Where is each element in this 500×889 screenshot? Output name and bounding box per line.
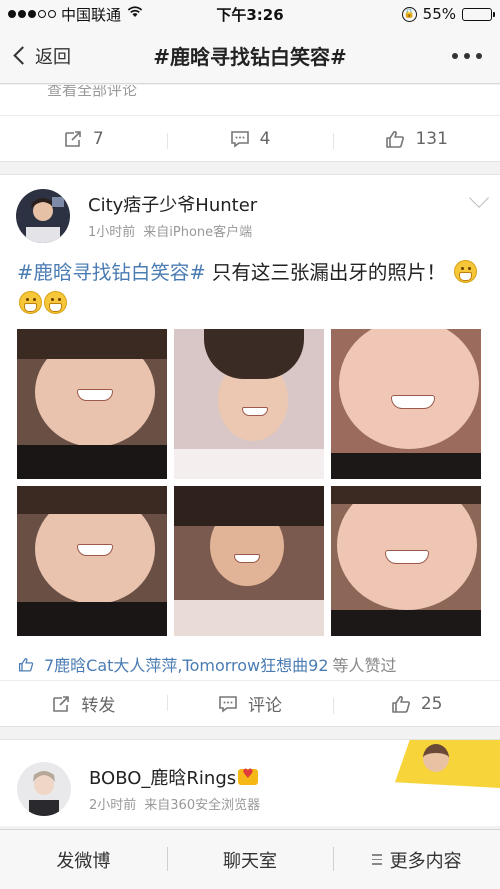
post-text: #鹿晗寻找钻白笑容# 只有这三张漏出牙的照片！ <box>0 253 500 319</box>
status-bar: 中国联通 下午3:26 🔒 55% <box>0 0 500 28</box>
see-all-label: 查看全部评论 <box>47 85 138 99</box>
compose-button[interactable]: 发微博 <box>0 847 167 873</box>
previous-post: 查看全部评论 7 4 131 <box>0 85 500 162</box>
next-post-card: BOBO_鹿晗Rings 2小时前来自360安全浏览器 <box>0 739 500 826</box>
repost-icon <box>63 130 83 148</box>
vip-badge-icon <box>238 767 259 785</box>
wifi-icon <box>127 6 143 22</box>
thumbs-up-icon <box>18 657 34 672</box>
repost-icon <box>51 695 71 713</box>
navigation-bar: 返回 #鹿晗寻找钻白笑容# <box>0 28 500 84</box>
hashtag-link[interactable]: #鹿晗寻找钻白笑容# <box>17 261 206 284</box>
see-all-comments-link[interactable]: 查看全部评论 <box>0 85 500 115</box>
separator <box>0 162 500 174</box>
post-header: BOBO_鹿晗Rings 2小时前来自360安全浏览器 <box>0 740 500 826</box>
post-source: 来自iPhone客户端 <box>143 225 253 240</box>
ellipsis-icon <box>452 52 458 59</box>
post-time: 1小时前 <box>88 225 136 240</box>
post-card: City痞子少爷Hunter 1小时前 来自iPhone客户端 #鹿晗寻找钻白笑容… <box>0 174 500 727</box>
more-content-button[interactable]: 更多内容 <box>333 846 500 873</box>
avatar[interactable] <box>17 762 71 816</box>
photo-2[interactable] <box>174 329 324 479</box>
avatar[interactable] <box>16 189 70 243</box>
photo-grid <box>0 319 500 636</box>
post-header: City痞子少爷Hunter 1小时前 来自iPhone客户端 <box>0 175 500 253</box>
repost-button[interactable]: 7 <box>0 129 167 149</box>
carrier-name: 中国联通 <box>61 5 122 24</box>
post-actions: 转发 评论 25 <box>0 680 500 726</box>
comment-icon <box>218 695 238 713</box>
comment-count: 4 <box>259 128 271 149</box>
post-time: 2小时前 <box>89 798 137 813</box>
battery-icon <box>462 7 495 21</box>
username[interactable]: City痞子少爷Hunter <box>88 191 257 217</box>
likers-link[interactable]: 7鹿晗Cat大人萍萍,Tomorrow狂想曲92 <box>44 652 329 676</box>
previous-post-actions: 7 4 131 <box>0 115 500 161</box>
menu-icon <box>371 854 382 865</box>
grin-emoji-icon <box>454 260 478 283</box>
repost-button[interactable]: 转发 <box>0 691 167 716</box>
bottom-toolbar: 发微博 聊天室 更多内容 <box>0 829 500 889</box>
thumbs-up-icon <box>391 695 411 713</box>
post-meta: 2小时前 来自360安全浏览器 <box>89 794 260 813</box>
more-label: 更多内容 <box>389 850 462 872</box>
likes-summary: 7鹿晗Cat大人萍萍,Tomorrow狂想曲92 等人赞过 <box>0 636 500 680</box>
back-label: 返回 <box>35 46 71 68</box>
post-meta: 1小时前 来自iPhone客户端 <box>88 221 257 240</box>
compose-label: 发微博 <box>56 850 111 872</box>
photo-6[interactable] <box>331 486 481 636</box>
username[interactable]: BOBO_鹿晗Rings <box>89 764 260 790</box>
signal-strength-icon <box>8 10 56 18</box>
likes-suffix: 等人赞过 <box>332 656 397 675</box>
chat-room-button[interactable]: 聊天室 <box>166 846 334 873</box>
like-count: 25 <box>420 693 443 714</box>
more-options-button[interactable] <box>452 52 482 59</box>
comment-icon <box>230 130 250 148</box>
photo-4[interactable] <box>17 486 167 636</box>
chat-label: 聊天室 <box>223 850 277 872</box>
grin-emoji-icon <box>19 291 42 314</box>
chevron-left-icon <box>13 46 32 65</box>
back-button[interactable]: 返回 <box>0 43 71 69</box>
post-body: 只有这三张漏出牙的照片！ <box>205 261 446 284</box>
photo-5[interactable] <box>174 486 324 636</box>
rotation-lock-icon: 🔒 <box>401 6 417 22</box>
post-source: 来自360安全浏览器 <box>144 798 261 813</box>
decoration-banner-icon <box>395 740 500 788</box>
photo-3[interactable] <box>331 329 481 479</box>
like-count: 131 <box>415 128 448 149</box>
thumbs-up-icon <box>385 130 405 148</box>
separator <box>0 727 500 739</box>
repost-label: 转发 <box>81 696 116 716</box>
page-title: #鹿晗寻找钻白笑容# <box>153 45 347 69</box>
photo-1[interactable] <box>17 329 167 479</box>
comment-button[interactable]: 评论 <box>166 691 334 716</box>
comment-button[interactable]: 4 <box>166 128 334 149</box>
chevron-down-icon[interactable] <box>469 188 489 208</box>
like-button[interactable]: 25 <box>333 694 500 714</box>
battery-percent: 55% <box>422 5 456 23</box>
grin-emoji-icon <box>44 291 67 314</box>
repost-count: 7 <box>92 128 104 149</box>
like-button[interactable]: 131 <box>333 129 500 149</box>
comment-label: 评论 <box>248 696 282 716</box>
feed[interactable]: 查看全部评论 7 4 131 City痞子少爷Hunter 1小时前 来自iPh… <box>0 85 500 829</box>
username-text: BOBO_鹿晗Rings <box>89 768 237 789</box>
